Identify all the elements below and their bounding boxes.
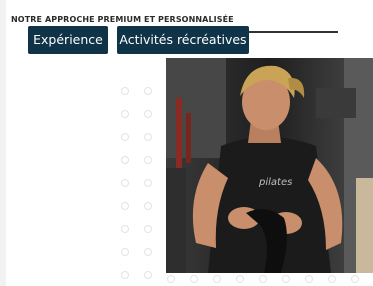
decorative-dot <box>121 202 129 210</box>
decorative-dot <box>121 110 129 118</box>
decorative-dot <box>144 87 152 95</box>
pilates-instructor-photo: pilates <box>166 58 373 273</box>
decorative-dot <box>144 156 152 164</box>
decorative-dot <box>282 275 290 283</box>
decorative-dot <box>259 275 267 283</box>
decorative-dot <box>121 156 129 164</box>
decorative-dot <box>121 248 129 256</box>
tab-experience[interactable]: Expérience <box>28 26 108 54</box>
decorative-dot <box>144 271 152 279</box>
shirt-text: pilates <box>258 177 292 188</box>
section-kicker: NOTRE APPROCHE PREMIUM ET PERSONNALISÉE <box>11 15 234 24</box>
decorative-dot <box>190 275 198 283</box>
decorative-dot <box>351 275 359 283</box>
decorative-dot <box>305 275 313 283</box>
decorative-dot <box>121 179 129 187</box>
decorative-dot <box>144 133 152 141</box>
decorative-dot <box>144 225 152 233</box>
decorative-dot <box>121 225 129 233</box>
decorative-dot <box>144 110 152 118</box>
decorative-dot <box>144 202 152 210</box>
decorative-dot <box>213 275 221 283</box>
decorative-dot <box>121 87 129 95</box>
tab-recreational-activities[interactable]: Activités récréatives <box>117 26 249 54</box>
decorative-dot <box>121 133 129 141</box>
decorative-dot <box>121 271 129 279</box>
decorative-dot <box>144 248 152 256</box>
decorative-dot <box>144 179 152 187</box>
decorative-dot <box>236 275 244 283</box>
decorative-dot <box>167 275 175 283</box>
decorative-dot <box>328 275 336 283</box>
